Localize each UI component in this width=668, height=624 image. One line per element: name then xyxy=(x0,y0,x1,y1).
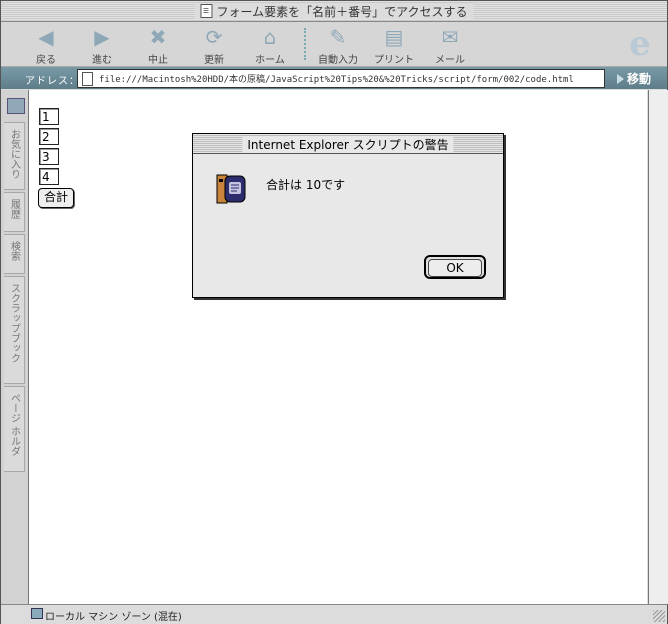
dialog-message: 合計は 10です xyxy=(266,178,346,192)
explorer-bar: お気に入り 履歴 検索 スクラップブック ページ ホルダ xyxy=(1,90,29,604)
go-arrow-icon xyxy=(617,73,624,84)
document-icon xyxy=(200,4,213,18)
number-field-2[interactable]: 2 xyxy=(39,128,59,145)
tab-page-holder-label: ページ ホルダ xyxy=(8,393,20,457)
back-button[interactable]: ◀ 戻る xyxy=(23,25,69,66)
forward-arrow-icon: ▶ xyxy=(94,25,110,49)
tab-scrapbook[interactable]: スクラップブック xyxy=(4,276,25,384)
resize-handle[interactable] xyxy=(653,610,665,622)
autofill-pen-icon: ✎ xyxy=(329,25,347,49)
address-label: アドレス： xyxy=(25,76,80,87)
autofill-button[interactable]: ✎ 自動入力 xyxy=(315,25,361,66)
script-alert-icon xyxy=(216,174,246,204)
number-field-3[interactable]: 3 xyxy=(39,148,59,165)
status-bar: ローカル マシン ゾーン (混在) xyxy=(1,604,667,624)
address-url: file:///Macintosh%20HDD/本の原稿/JavaScript%… xyxy=(99,75,574,85)
refresh-icon: ⟳ xyxy=(205,25,223,49)
tab-search-label: 検索 xyxy=(8,241,20,261)
ok-button[interactable]: OK xyxy=(424,255,486,279)
go-button[interactable]: 移動 xyxy=(617,70,651,87)
tab-search[interactable]: 検索 xyxy=(4,234,25,274)
address-bar: アドレス： file:///Macintosh%20HDD/本の原稿/JavaS… xyxy=(1,67,667,89)
tab-page-holder[interactable]: ページ ホルダ xyxy=(4,386,25,472)
ok-label: OK xyxy=(428,259,482,277)
home-label: ホーム xyxy=(255,55,285,66)
window-title: フォーム要素を「名前＋番号」でアクセスする xyxy=(216,4,468,19)
script-alert-dialog: Internet Explorer スクリプトの警告 合計は 10です OK xyxy=(192,133,504,298)
refresh-button[interactable]: ⟳ 更新 xyxy=(191,25,237,66)
home-button[interactable]: ⌂ ホーム xyxy=(247,25,293,66)
tab-favorites-label: お気に入り xyxy=(8,129,20,179)
ie-logo-icon: e xyxy=(629,24,651,64)
back-arrow-icon: ◀ xyxy=(38,25,54,49)
explorer-bar-toggle-icon[interactable] xyxy=(7,98,25,114)
tab-scrapbook-label: スクラップブック xyxy=(8,283,20,363)
title-bar[interactable]: フォーム要素を「名前＋番号」でアクセスする xyxy=(1,1,667,22)
mail-icon: ✉ xyxy=(441,25,459,49)
back-label: 戻る xyxy=(36,55,56,66)
refresh-label: 更新 xyxy=(204,55,224,66)
toolbar: ◀ 戻る ▶ 進む ✖ 中止 ⟳ 更新 ⌂ ホーム ✎ 自動入力 ▤ プリント … xyxy=(1,22,667,67)
tab-history[interactable]: 履歴 xyxy=(4,192,25,232)
status-text: ローカル マシン ゾーン (混在) xyxy=(45,612,182,623)
number-field-1[interactable]: 1 xyxy=(39,108,59,125)
print-label: プリント xyxy=(374,55,414,66)
printer-icon: ▤ xyxy=(384,25,404,49)
mail-button[interactable]: ✉ メール xyxy=(427,25,473,66)
forward-button[interactable]: ▶ 進む xyxy=(79,25,125,66)
print-button[interactable]: ▤ プリント xyxy=(371,25,417,66)
dialog-title: Internet Explorer スクリプトの警告 xyxy=(242,136,454,153)
mail-label: メール xyxy=(435,55,465,66)
zone-computer-icon xyxy=(31,608,43,619)
stop-label: 中止 xyxy=(148,55,168,66)
tab-favorites[interactable]: お気に入り xyxy=(4,122,25,190)
page-icon xyxy=(82,71,93,86)
forward-label: 進む xyxy=(92,55,112,66)
number-field-4[interactable]: 4 xyxy=(39,168,59,185)
stop-x-icon: ✖ xyxy=(149,25,167,49)
home-icon: ⌂ xyxy=(263,25,277,49)
sum-button[interactable]: 合計 xyxy=(38,188,74,208)
tab-history-label: 履歴 xyxy=(8,199,20,219)
toolbar-separator xyxy=(304,28,306,60)
vertical-scrollbar[interactable] xyxy=(648,90,668,604)
stop-button[interactable]: ✖ 中止 xyxy=(135,25,181,66)
go-label: 移動 xyxy=(627,72,652,86)
browser-window: フォーム要素を「名前＋番号」でアクセスする ◀ 戻る ▶ 進む ✖ 中止 ⟳ 更… xyxy=(0,0,668,624)
window-title-wrap: フォーム要素を「名前＋番号」でアクセスする xyxy=(194,3,474,19)
autofill-label: 自動入力 xyxy=(318,55,358,66)
address-input[interactable]: file:///Macintosh%20HDD/本の原稿/JavaScript%… xyxy=(77,69,605,88)
dialog-title-bar[interactable]: Internet Explorer スクリプトの警告 xyxy=(193,134,503,154)
